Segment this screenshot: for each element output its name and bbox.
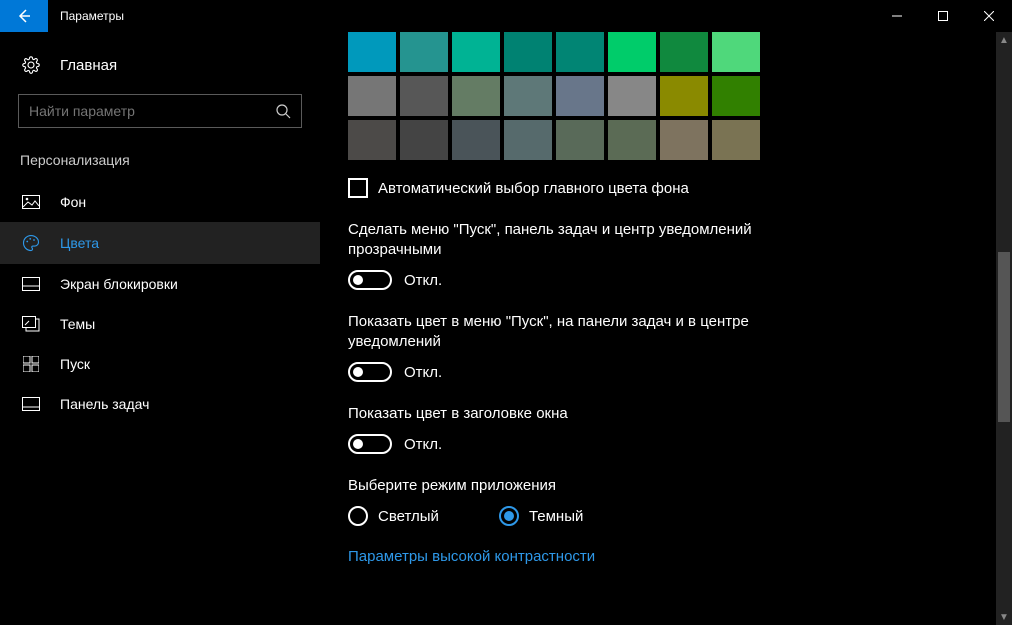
checkbox-box[interactable] (348, 178, 368, 198)
sidebar-item-label: Экран блокировки (60, 276, 178, 292)
color-swatch[interactable] (348, 120, 396, 160)
color-swatch[interactable] (660, 120, 708, 160)
close-button[interactable] (966, 0, 1012, 32)
color-swatch[interactable] (608, 120, 656, 160)
toggle-switch[interactable] (348, 434, 392, 454)
sidebar-item-colors[interactable]: Цвета (0, 222, 320, 264)
color-swatch[interactable] (452, 76, 500, 116)
color-swatch[interactable] (712, 32, 760, 72)
toggle-label: Показать цвет в заголовке окна (348, 404, 778, 424)
toggle-switch[interactable] (348, 270, 392, 290)
toggle-show-color-start: Показать цвет в меню "Пуск", на панели з… (348, 312, 778, 382)
sidebar-item-label: Панель задач (60, 396, 149, 412)
color-swatch[interactable] (348, 32, 396, 72)
toggle-show-color-title: Показать цвет в заголовке окна Откл. (348, 404, 778, 454)
color-swatch[interactable] (452, 32, 500, 72)
color-swatch[interactable] (556, 32, 604, 72)
taskbar-icon (20, 397, 42, 411)
back-button[interactable] (0, 0, 48, 32)
palette-icon (20, 234, 42, 252)
color-swatch[interactable] (400, 32, 448, 72)
search-icon (275, 103, 291, 119)
sidebar-item-background[interactable]: Фон (0, 182, 320, 222)
minimize-icon (892, 11, 902, 21)
app-mode-option[interactable]: Светлый (348, 506, 439, 526)
color-swatch[interactable] (348, 76, 396, 116)
scrollbar[interactable]: ▲ ▼ (996, 32, 1012, 625)
search-box[interactable] (18, 94, 302, 128)
lockscreen-icon (20, 277, 42, 291)
close-icon (984, 11, 994, 21)
color-swatch[interactable] (400, 76, 448, 116)
auto-color-checkbox[interactable]: Автоматический выбор главного цвета фона (348, 178, 1012, 198)
window-title: Параметры (60, 9, 124, 23)
color-grid (348, 32, 1012, 160)
themes-icon (20, 316, 42, 332)
sidebar-item-label: Темы (60, 316, 95, 332)
checkbox-label: Автоматический выбор главного цвета фона (378, 180, 689, 197)
gear-icon (20, 56, 42, 74)
toggle-state: Откл. (404, 364, 442, 381)
color-swatch[interactable] (660, 32, 708, 72)
toggle-switch[interactable] (348, 362, 392, 382)
app-mode-label: Выберите режим приложения (348, 476, 778, 496)
scroll-thumb[interactable] (998, 252, 1010, 422)
toggle-state: Откл. (404, 436, 442, 453)
color-swatch[interactable] (556, 76, 604, 116)
sidebar: Главная Персонализация Фон Цвета Э (0, 32, 320, 625)
picture-icon (20, 195, 42, 209)
app-mode-section: Выберите режим приложения Светлый Темный (348, 476, 778, 526)
main-panel: Автоматический выбор главного цвета фона… (320, 32, 1012, 625)
scroll-down-icon[interactable]: ▼ (996, 609, 1012, 625)
sidebar-item-label: Фон (60, 194, 86, 210)
toggle-state: Откл. (404, 272, 442, 289)
sidebar-item-taskbar[interactable]: Панель задач (0, 384, 320, 424)
toggle-label: Сделать меню "Пуск", панель задач и цент… (348, 220, 778, 260)
search-input[interactable] (29, 103, 275, 119)
maximize-button[interactable] (920, 0, 966, 32)
color-swatch[interactable] (400, 120, 448, 160)
radio-button[interactable] (348, 506, 368, 526)
sidebar-item-label: Пуск (60, 356, 90, 372)
sidebar-item-label: Цвета (60, 235, 99, 251)
sidebar-item-themes[interactable]: Темы (0, 304, 320, 344)
color-swatch[interactable] (712, 76, 760, 116)
high-contrast-link[interactable]: Параметры высокой контрастности (348, 548, 595, 565)
toggle-transparency: Сделать меню "Пуск", панель задач и цент… (348, 220, 778, 290)
sidebar-item-start[interactable]: Пуск (0, 344, 320, 384)
maximize-icon (938, 11, 948, 21)
radio-label: Темный (529, 508, 583, 525)
sidebar-item-lockscreen[interactable]: Экран блокировки (0, 264, 320, 304)
color-swatch[interactable] (660, 76, 708, 116)
home-label: Главная (60, 57, 117, 74)
color-swatch[interactable] (504, 32, 552, 72)
scroll-up-icon[interactable]: ▲ (996, 32, 1012, 48)
color-swatch[interactable] (504, 76, 552, 116)
radio-button[interactable] (499, 506, 519, 526)
window-controls (874, 0, 1012, 32)
color-swatch[interactable] (608, 32, 656, 72)
home-button[interactable]: Главная (0, 46, 320, 84)
section-label: Персонализация (0, 146, 320, 182)
toggle-label: Показать цвет в меню "Пуск", на панели з… (348, 312, 778, 352)
color-swatch[interactable] (712, 120, 760, 160)
start-icon (20, 356, 42, 372)
radio-label: Светлый (378, 508, 439, 525)
titlebar: Параметры (0, 0, 1012, 32)
color-swatch[interactable] (556, 120, 604, 160)
color-swatch[interactable] (608, 76, 656, 116)
app-mode-option[interactable]: Темный (499, 506, 583, 526)
color-swatch[interactable] (504, 120, 552, 160)
color-swatch[interactable] (452, 120, 500, 160)
minimize-button[interactable] (874, 0, 920, 32)
arrow-left-icon (16, 8, 32, 24)
